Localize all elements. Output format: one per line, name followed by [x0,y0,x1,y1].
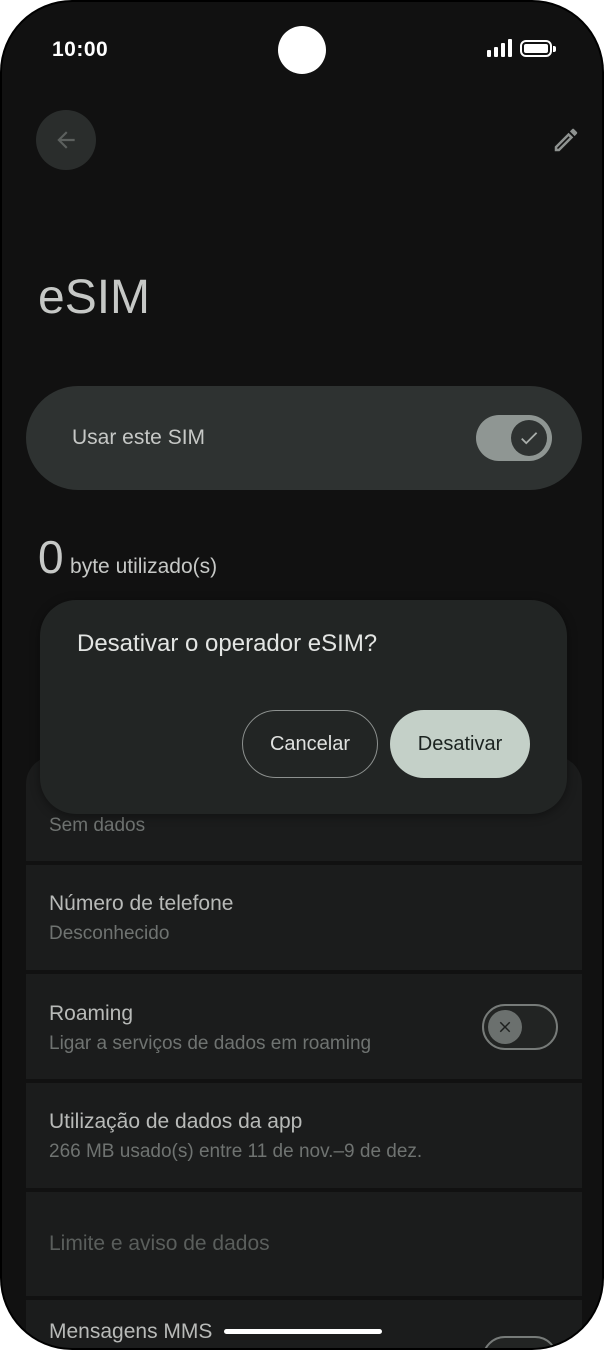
phone-frame: 10:00 eSIM Usar este SIM 0 byte utilizad… [0,0,604,1350]
pencil-icon [554,128,578,152]
item-title: Limite e aviso de dados [49,1232,270,1255]
screen: 10:00 eSIM Usar este SIM 0 byte utilizad… [2,2,602,1348]
edit-button[interactable] [546,120,586,160]
item-subtitle: Ligar a serviços de dados em roaming [49,1033,372,1054]
toggle-knob [488,1010,522,1044]
roaming-toggle[interactable] [482,1004,558,1050]
arrow-left-icon [57,131,75,149]
check-icon [521,432,538,445]
use-sim-toggle[interactable] [476,415,552,461]
item-subtitle: Desconhecido [49,923,170,944]
list-item-data-limit[interactable]: Limite e aviso de dados [26,1192,582,1296]
usage-amount: 0 [38,531,64,583]
data-usage: 0 byte utilizado(s) [38,530,217,584]
page-title: eSIM [38,271,151,324]
front-camera [278,26,326,74]
list-item-app-data-usage[interactable]: Utilização de dados da app 266 MB usado(… [26,1083,582,1188]
status-icons [487,39,556,57]
item-title: Mensagens MMS [49,1320,213,1343]
back-button[interactable] [36,110,96,170]
status-time: 10:00 [52,38,109,61]
home-indicator[interactable] [224,1329,382,1334]
mms-toggle[interactable] [482,1336,558,1348]
item-title: Utilização de dados da app [49,1110,303,1133]
item-subtitle: 266 MB usado(s) entre 11 de nov.–9 de de… [49,1141,423,1162]
signal-icon [487,39,512,57]
list-item-roaming[interactable]: Roaming Ligar a serviços de dados em roa… [26,974,582,1079]
item-title: Roaming [49,1002,134,1025]
confirm-dialog: Desativar o operador eSIM? Cancelar Desa… [40,600,567,814]
cancel-button[interactable]: Cancelar [242,710,378,778]
deactivate-button[interactable]: Desativar [390,710,530,778]
close-icon [499,1021,511,1033]
list-item-mms[interactable]: Mensagens MMS [26,1300,582,1348]
usage-unit: byte utilizado(s) [70,555,218,578]
item-subtitle: Sem dados [49,815,146,836]
toggle-knob [511,420,547,456]
item-title: Número de telefone [49,892,234,915]
dialog-title: Desativar o operador eSIM? [77,630,378,657]
use-sim-card[interactable]: Usar este SIM [26,386,582,490]
battery-icon [520,39,556,57]
list-item-phone-number[interactable]: Número de telefone Desconhecido [26,865,582,970]
use-sim-label: Usar este SIM [72,426,206,449]
